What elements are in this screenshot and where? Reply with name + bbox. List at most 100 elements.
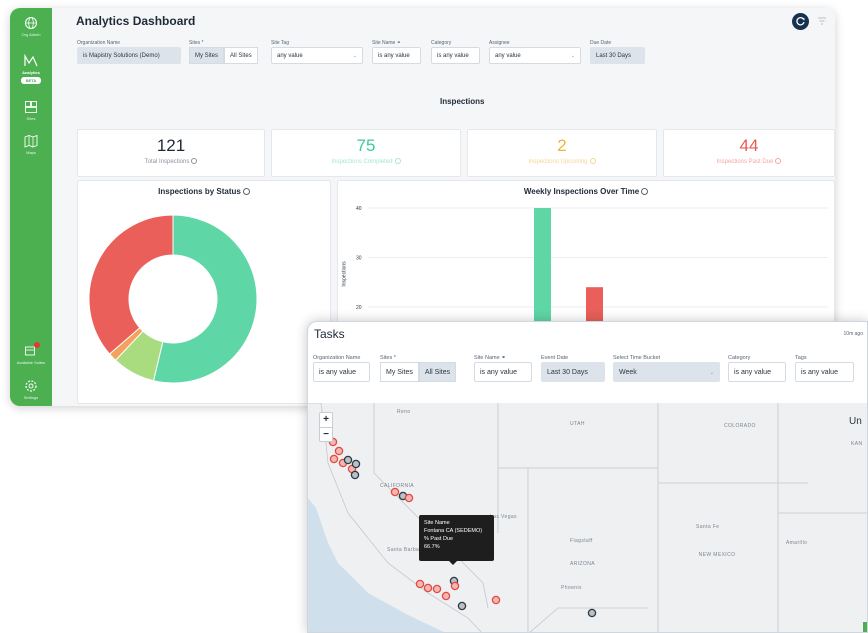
donut-chart xyxy=(88,214,258,384)
tasks-event-date-filter: Event Date Last 30 Days xyxy=(541,354,605,382)
sidebar-item-available-suites[interactable]: Available Suites xyxy=(10,344,52,365)
time-bucket-value: Week xyxy=(619,369,637,376)
site-marker-2[interactable] xyxy=(329,454,339,464)
site-marker-11[interactable] xyxy=(415,579,425,589)
site-marker-12[interactable] xyxy=(423,583,433,593)
site-marker-6[interactable] xyxy=(351,459,361,469)
kpi-label: Inspections Completed xyxy=(331,159,393,165)
kpi-label-row: Inspections Past Due xyxy=(664,158,834,165)
zoom-out-button[interactable]: − xyxy=(320,427,332,441)
tasks-window: Tasks 10m ago Organization Name is any v… xyxy=(307,321,868,633)
all-sites-option[interactable]: All Sites xyxy=(224,47,258,64)
legend-item[interactable]: Completed On Time53.72% xyxy=(330,279,331,297)
kpi-value: 2 xyxy=(557,136,567,155)
site-marker-14[interactable] xyxy=(441,591,451,601)
site-name-filter: Site Name ⚭ is any value xyxy=(372,39,421,64)
category-filter: Category is any value xyxy=(431,39,480,64)
filter-label: Sites * xyxy=(380,355,396,361)
org-filter: Organization Name is Mapistry Solutions … xyxy=(77,39,181,64)
tasks-tags-value[interactable]: is any value xyxy=(795,362,854,382)
legend-item[interactable]: Completed Late8.26% xyxy=(330,298,331,316)
sidebar-item-label: Sites xyxy=(26,116,36,121)
assignee-select[interactable]: any value ⌄ xyxy=(489,47,581,64)
my-sites-option[interactable]: My Sites xyxy=(189,47,225,64)
site-marker-10[interactable] xyxy=(404,493,414,503)
refresh-button[interactable] xyxy=(792,13,809,30)
filter-icon[interactable] xyxy=(817,16,827,26)
due-date-value[interactable]: Last 30 Days xyxy=(590,47,645,64)
site-tag-filter: Site Tag any value ⌄ xyxy=(271,39,363,65)
chevron-down-icon: ⌄ xyxy=(570,53,575,59)
filter-label: Sites * xyxy=(189,40,204,46)
all-sites-option[interactable]: All Sites xyxy=(418,362,457,382)
sidebar-item-analytics[interactable]: Analytics BETA xyxy=(10,54,52,84)
sites-icon xyxy=(25,101,37,113)
site-marker-7[interactable] xyxy=(350,470,360,480)
kpi-label: Inspections Past Due xyxy=(716,159,774,165)
link-icon: ⚭ xyxy=(396,40,401,46)
tasks-category-value[interactable]: is any value xyxy=(728,362,786,382)
site-marker-4[interactable] xyxy=(343,455,353,465)
site-marker-18[interactable] xyxy=(491,595,501,605)
legend-swatch xyxy=(330,299,331,304)
filter-label: Tags xyxy=(795,355,807,361)
kpi-inspections-upcoming: 2 Inspections Upcoming xyxy=(467,129,657,177)
filter-label: Site Name ⚭ xyxy=(372,40,401,46)
site-marker-13[interactable] xyxy=(432,584,442,594)
assignee-value: any value xyxy=(495,53,521,59)
kpi-label-row: Total Inspections xyxy=(78,158,264,165)
y-tick-label: 20 xyxy=(356,305,362,311)
filter-label: Organization Name xyxy=(313,355,361,361)
zoom-in-button[interactable]: + xyxy=(320,413,332,427)
inspections-by-status-panel: Inspections by Status Completed On Time5… xyxy=(77,180,331,404)
analytics-icon xyxy=(24,54,38,67)
kpi-total-inspections: 121 Total Inspections xyxy=(77,129,265,177)
kpi-inspections-past-due: 44 Inspections Past Due xyxy=(663,129,835,177)
info-icon[interactable] xyxy=(242,188,250,195)
time-bucket-select[interactable]: Week ⌄ xyxy=(613,362,720,382)
info-icon[interactable] xyxy=(394,158,401,164)
assignee-filter: Assignee any value ⌄ xyxy=(489,39,581,65)
link-icon: ⚭ xyxy=(501,355,506,361)
category-value[interactable]: is any value xyxy=(431,47,480,64)
site-marker-19[interactable] xyxy=(587,608,597,618)
site-tag-value: any value xyxy=(277,53,303,59)
sidebar-item-org-admin[interactable]: Org Admin xyxy=(10,16,52,37)
sidebar-item-settings[interactable]: Settings xyxy=(10,379,52,400)
kpi-label-row: Inspections Upcoming xyxy=(468,158,656,165)
sidebar-item-sites[interactable]: Sites xyxy=(10,100,52,121)
info-icon[interactable] xyxy=(191,158,198,164)
sidebar-item-label: Maps xyxy=(26,150,36,155)
site-name-value[interactable]: is any value xyxy=(372,47,421,64)
org-filter-value[interactable]: is Mapistry Solutions (Demo) xyxy=(77,47,181,64)
tasks-org-value[interactable]: is any value xyxy=(313,362,370,382)
tasks-time-bucket-filter: Select Time Bucket Week ⌄ xyxy=(613,354,720,383)
kpi-value: 44 xyxy=(739,136,759,155)
tasks-org-filter: Organization Name is any value xyxy=(313,354,370,382)
app-sidebar: Org Admin Analytics BETA Sites Maps Avai… xyxy=(10,8,52,406)
tooltip-line: 66.7% xyxy=(424,544,440,550)
info-icon[interactable] xyxy=(589,158,596,164)
filter-label: Organization Name xyxy=(77,40,121,46)
site-marker-16[interactable] xyxy=(450,581,460,591)
site-marker-17[interactable] xyxy=(457,601,467,611)
site-tag-select[interactable]: any value ⌄ xyxy=(271,47,363,64)
tasks-event-date-value[interactable]: Last 30 Days xyxy=(541,362,605,382)
chart-title: Inspections by Status xyxy=(158,187,241,196)
my-sites-option[interactable]: My Sites xyxy=(380,362,419,382)
filter-label: Due Date xyxy=(590,40,612,46)
kpi-label: Inspections Upcoming xyxy=(528,159,588,165)
donut-slice-3[interactable] xyxy=(88,214,174,355)
sidebar-item-maps[interactable]: Maps xyxy=(10,134,52,155)
info-icon[interactable] xyxy=(775,158,782,164)
filter-label: Site Tag xyxy=(271,40,289,46)
site-marker-8[interactable] xyxy=(390,487,400,497)
map-tooltip: Site Name Fontana CA (SEDEMO) % Past Due… xyxy=(419,515,494,565)
site-marker-1[interactable] xyxy=(334,446,344,456)
tasks-site-name-value[interactable]: is any value xyxy=(474,362,532,382)
sites-toggle: My Sites All Sites xyxy=(189,47,258,64)
kpi-inspections-completed: 75 Inspections Completed xyxy=(271,129,461,177)
sites-map[interactable]: Reno UTAH COLORADO CALIFORNIA Las Vegas … xyxy=(308,403,867,632)
tasks-sites-toggle: My Sites All Sites xyxy=(380,362,457,382)
kpi-label: Total Inspections xyxy=(144,159,190,165)
